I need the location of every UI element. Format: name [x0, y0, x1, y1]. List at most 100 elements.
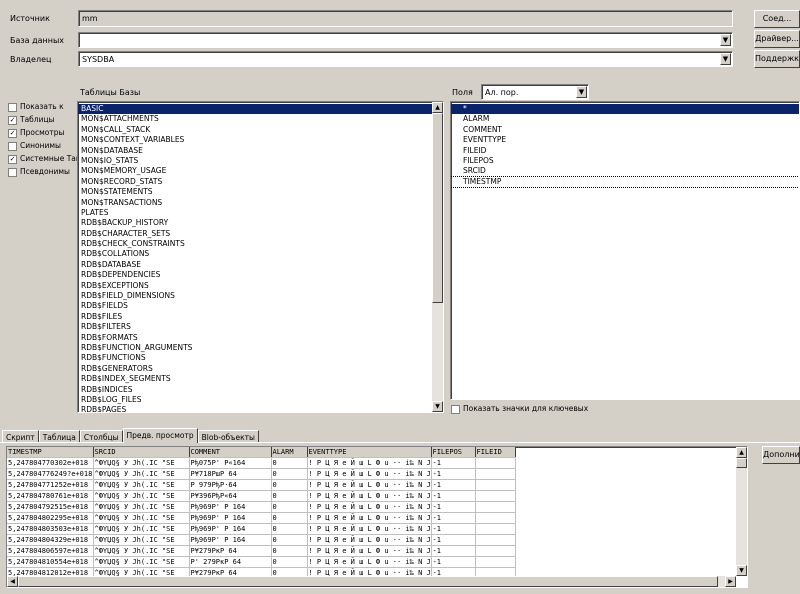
grid-cell[interactable]: P 979PђP·64: [189, 479, 272, 492]
grid-cell[interactable]: 5,247804776249?e+018: [7, 468, 94, 481]
grid-cell[interactable]: [475, 534, 516, 547]
grid-cell[interactable]: 5,247804780761e+018: [7, 490, 94, 503]
grid-cell[interactable]: -1: [431, 457, 476, 470]
table-list-item[interactable]: BASIC: [78, 104, 443, 115]
grid-cell[interactable]: ! P Ц Я е Й ш L Ф u ·· i‰ N J: [307, 556, 432, 569]
grid-cell[interactable]: ^ФYЏQ§ У Jh(.IC "SE: [93, 468, 190, 481]
grid-cell[interactable]: [475, 490, 516, 503]
grid-cell[interactable]: -1: [431, 556, 476, 569]
grid-cell[interactable]: ^ФYЏQ§ У Jh(.IC "SE: [93, 523, 190, 536]
grid-cell[interactable]: 0: [271, 512, 308, 525]
checkbox-checked[interactable]: ✓: [8, 128, 17, 138]
grid-column-header[interactable]: EVENTTYPE: [307, 447, 432, 459]
table-list-item[interactable]: RDB$DATABASE: [78, 260, 443, 270]
table-list-item[interactable]: PLATES: [78, 208, 443, 218]
table-list-item[interactable]: MON$CONTEXT_VARIABLES: [78, 135, 443, 145]
fields-list[interactable]: * ALARM COMMENT EVENTTYPE FILEID FILEPOS SRCID…: [450, 101, 800, 400]
option-synonyms[interactable]: Синонимы: [8, 140, 61, 152]
scroll-right-icon[interactable]: ▶: [725, 576, 736, 587]
grid-cell[interactable]: ! P Ц Я е Й ш L Ф u ·· i‰ N J: [307, 501, 432, 514]
grid-cell[interactable]: 0: [271, 523, 308, 536]
table-list-item[interactable]: RDB$GENERATORS: [78, 364, 443, 374]
scroll-down-icon[interactable]: ▼: [736, 565, 747, 576]
chevron-down-icon[interactable]: ▼: [720, 34, 731, 46]
option-tables[interactable]: ✓ Таблицы: [8, 114, 55, 126]
grid-cell[interactable]: Pђ969P' P 164: [189, 512, 272, 525]
grid-cell[interactable]: -1: [431, 501, 476, 514]
grid-cell[interactable]: ! P Ц Я е Й ш L Ф u ·· i‰ N J: [307, 468, 432, 481]
grid-cell[interactable]: -1: [431, 468, 476, 481]
grid-cell[interactable]: 0: [271, 479, 308, 492]
scroll-thumb[interactable]: [18, 576, 718, 587]
source-field[interactable]: mm: [78, 10, 733, 27]
table-list-item[interactable]: MON$CALL_STACK: [78, 125, 443, 135]
table-list-item[interactable]: RDB$LOG_FILES: [78, 395, 443, 405]
table-list-item[interactable]: MON$STATEMENTS: [78, 187, 443, 197]
tables-scrollbar[interactable]: ▲ ▼: [432, 102, 443, 412]
grid-cell[interactable]: [475, 523, 516, 536]
field-list-item[interactable]: TIMESTMP: [451, 175, 799, 189]
grid-cell[interactable]: ^ФYЏQ§ У Jh(.IC "SE: [93, 501, 190, 514]
field-list-item[interactable]: SRCID: [451, 166, 799, 176]
table-list-item[interactable]: RDB$FIELD_DIMENSIONS: [78, 291, 443, 301]
grid-column-header[interactable]: FILEID: [475, 447, 516, 459]
grid-cell[interactable]: -1: [431, 479, 476, 492]
field-list-item[interactable]: FILEID: [451, 146, 799, 156]
show-key-icons-option[interactable]: Показать значки для ключевых: [451, 403, 588, 415]
field-list-item[interactable]: *: [451, 104, 799, 115]
driver-button[interactable]: Драйвер...: [754, 30, 800, 48]
checkbox[interactable]: [8, 141, 17, 151]
grid-cell[interactable]: 5,247804802295e+018: [7, 512, 94, 525]
database-select[interactable]: ▼: [78, 32, 733, 48]
grid-cell[interactable]: 0: [271, 490, 308, 503]
support-button[interactable]: Поддержка...: [754, 50, 800, 68]
table-list-item[interactable]: RDB$COLLATIONS: [78, 249, 443, 259]
grid-cell[interactable]: ! P Ц Я е Й ш L Ф u ·· i‰ N J: [307, 523, 432, 536]
grid-cell[interactable]: Pђ969P' P 164: [189, 501, 272, 514]
owner-select[interactable]: SYSDBA ▼: [78, 51, 733, 67]
table-list-item[interactable]: RDB$FUNCTION_ARGUMENTS: [78, 343, 443, 353]
grid-cell[interactable]: P' 279PкP 64: [189, 556, 272, 569]
grid-column-header[interactable]: TIMESTMP: [7, 447, 94, 459]
field-list-item[interactable]: ALARM: [451, 114, 799, 124]
grid-cell[interactable]: ^ФYЏQ§ У Jh(.IC "SE: [93, 479, 190, 492]
scroll-down-icon[interactable]: ▼: [432, 401, 443, 412]
table-list-item[interactable]: RDB$INDEX_SEGMENTS: [78, 374, 443, 384]
grid-cell[interactable]: 0: [271, 534, 308, 547]
grid-cell[interactable]: Pђ969P' P 164: [189, 534, 272, 547]
table-row[interactable]: 5,247804806597e+018 ^ФYЏQ§ У Jh(.IC "SE P¥…: [7, 545, 516, 558]
grid-cell[interactable]: 5,247804792515e+018: [7, 501, 94, 514]
checkbox[interactable]: [451, 404, 460, 414]
grid-cell[interactable]: 5,247804803503e+018: [7, 523, 94, 536]
table-list-item[interactable]: RDB$DEPENDENCIES: [78, 270, 443, 280]
field-list-item[interactable]: FILEPOS: [451, 156, 799, 166]
grid-cell[interactable]: Pђ969P' P 164: [189, 523, 272, 536]
table-list-item[interactable]: RDB$FILES: [78, 312, 443, 322]
grid-cell[interactable]: ^ФYЏQ§ У Jh(.IC "SE: [93, 545, 190, 558]
table-row[interactable]: 5,247804802295e+018 ^ФYЏQ§ У Jh(.IC "SE Pђ…: [7, 512, 516, 525]
preview-grid[interactable]: TIMESTMP SRCID COMMENT ALARM EVENTTYPE FILEPO…: [6, 446, 748, 588]
grid-vscrollbar[interactable]: ▲ ▼: [736, 447, 747, 576]
table-list-item[interactable]: RDB$INDICES: [78, 385, 443, 395]
table-row[interactable]: 5,247804803503e+018 ^ФYЏQ§ У Jh(.IC "SE Pђ…: [7, 523, 516, 536]
scroll-thumb[interactable]: [432, 113, 443, 303]
scroll-up-icon[interactable]: ▲: [432, 102, 443, 113]
grid-cell[interactable]: -1: [431, 490, 476, 503]
table-row[interactable]: 5,247804810554e+018 ^ФYЏQ§ У Jh(.IC "SE P'…: [7, 556, 516, 569]
connect-button[interactable]: Соед...: [754, 10, 800, 28]
grid-cell[interactable]: -1: [431, 534, 476, 547]
grid-hscrollbar[interactable]: ◀ ▶: [7, 576, 736, 587]
tables-list[interactable]: BASIC MON$ATTACHMENTS MON$CALL_STACK MON$CO…: [77, 101, 444, 413]
table-list-item[interactable]: RDB$CHARACTER_SETS: [78, 229, 443, 239]
grid-cell[interactable]: 0: [271, 457, 308, 470]
table-row[interactable]: 5,247804804329e+018 ^ФYЏQ§ У Jh(.IC "SE Pђ…: [7, 534, 516, 547]
grid-cell[interactable]: ^ФYЏQ§ У Jh(.IC "SE: [93, 534, 190, 547]
grid-cell[interactable]: ^ФYЏQ§ У Jh(.IC "SE: [93, 490, 190, 503]
grid-cell[interactable]: 0: [271, 545, 308, 558]
option-show[interactable]: Показать к: [8, 101, 64, 113]
grid-cell[interactable]: [475, 545, 516, 558]
table-row[interactable]: 5,247804780761e+018 ^ФYЏQ§ У Jh(.IC "SE P¥…: [7, 490, 516, 503]
table-list-item[interactable]: RDB$FILTERS: [78, 322, 443, 332]
grid-cell[interactable]: 5,247804810554e+018: [7, 556, 94, 569]
chevron-down-icon[interactable]: ▼: [720, 53, 731, 65]
